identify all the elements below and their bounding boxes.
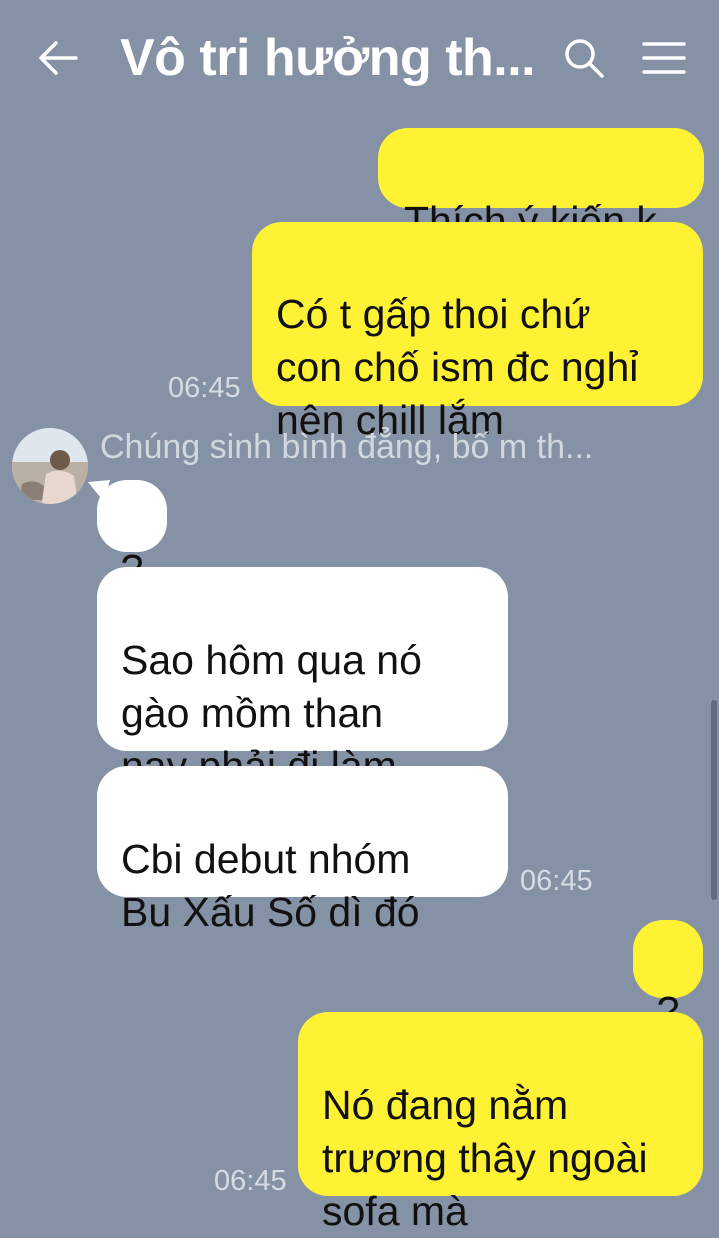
avatar-photo-icon <box>12 428 88 504</box>
message-time: 06:45 <box>520 865 593 897</box>
message-text: Cbi debut nhóm Bu Xấu Số dì đó <box>121 836 420 935</box>
outgoing-message-bubble[interactable]: Có t gấp thoi chứ con chố ism đc nghỉ nê… <box>252 222 703 443</box>
message-text: Có t gấp thoi chứ con chố ism đc nghỉ nê… <box>276 291 639 443</box>
menu-button[interactable] <box>640 38 688 78</box>
search-button[interactable] <box>562 36 606 80</box>
incoming-message-bubble[interactable]: Sao hôm qua nó gào mồm than nay phải đi … <box>97 567 508 789</box>
sender-name: Chúng sinh bình đẳng, bố m th... <box>100 428 594 466</box>
chat-title: Vô tri hưởng th... <box>120 29 536 87</box>
chat-header: Vô tri hưởng th... <box>0 0 719 118</box>
message-text: Nó đang nằm trương thây ngoài sofa mà <box>322 1082 648 1234</box>
hamburger-menu-icon <box>642 42 686 74</box>
message-time: 06:45 <box>214 1165 287 1197</box>
search-icon <box>565 39 604 78</box>
back-button[interactable] <box>36 38 80 78</box>
back-arrow-icon <box>39 41 78 75</box>
outgoing-message-bubble[interactable]: Thích ý kiến k <box>378 128 704 244</box>
incoming-message-bubble[interactable]: Cbi debut nhóm Bu Xấu Số dì đó <box>97 766 508 935</box>
outgoing-message-bubble[interactable]: Nó đang nằm trương thây ngoài sofa mà <box>298 1012 703 1234</box>
sender-avatar[interactable] <box>12 428 88 504</box>
bubble-tail <box>88 480 110 502</box>
outgoing-message-bubble[interactable]: ? <box>633 920 703 1034</box>
scrollbar[interactable] <box>711 700 717 900</box>
message-time: 06:45 <box>168 372 241 404</box>
